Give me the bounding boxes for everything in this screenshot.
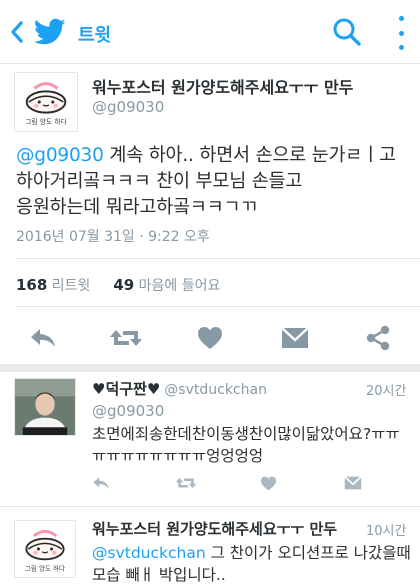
like-button[interactable] [258, 474, 278, 492]
mention-link[interactable]: @svtduckchan [92, 544, 206, 562]
svg-text:그림 양도 하다: 그림 양도 하다 [25, 563, 65, 572]
reply-time: 10시간 [366, 524, 407, 539]
tweet-text-line: 하아거리곸ㅋㅋㅋ 찬이 부모님 손들고 [16, 171, 303, 192]
retweet-button[interactable] [108, 322, 144, 354]
share-icon [366, 325, 390, 351]
tweet-actions [0, 318, 420, 358]
direct-message-button[interactable] [278, 322, 312, 354]
reply-time: 20시간 [366, 384, 407, 399]
tweet-text-line: 응원하는데 뭐라고하곸ㅋㅋㄱㄲ [16, 197, 258, 218]
like-stat[interactable]: 49 마음에 들어요 [113, 276, 221, 294]
retweet-count: 168 [16, 276, 48, 294]
reply-author[interactable]: ♥덕구짠♥ @svtduckchan [92, 378, 267, 399]
retweet-stat[interactable]: 168 리트윗 [16, 276, 91, 294]
direct-message-button[interactable] [342, 474, 364, 492]
avatar[interactable] [14, 378, 76, 436]
page-title: 트윗 [78, 25, 112, 46]
back-button[interactable] [6, 18, 28, 46]
tweet-text-line: 계속 하아.. 하면서 손으로 눈가ㄹㅣ고 [103, 145, 396, 166]
divider [16, 306, 420, 307]
retweet-button[interactable] [174, 474, 198, 492]
reply-button[interactable] [90, 474, 112, 492]
reply-text-line: 그 찬이가 오디션프로 나갔을때 [205, 544, 411, 562]
reply-handle: @svtduckchan [164, 382, 267, 398]
avatar[interactable]: 그림 양도 하다 [14, 520, 76, 578]
reply-text-line: 모습 빼ㅐ 박입니다.. [92, 566, 226, 584]
like-count: 49 [113, 276, 135, 294]
like-button[interactable] [194, 322, 226, 354]
reply-button[interactable] [26, 322, 60, 354]
reply-icon [31, 329, 55, 347]
tweet-timestamp: 2016년 07월 31일 · 9:22 오후 [16, 229, 210, 245]
author-handle[interactable]: @g09030 [92, 98, 164, 116]
retweet-icon [110, 330, 142, 346]
tweet-stats: 168 리트윗 49 마음에 들어요 [16, 275, 220, 295]
search-button[interactable] [332, 17, 362, 47]
more-options-button[interactable] [394, 16, 408, 50]
reply-text: 초면에죄송한데찬이동생찬이많이닮았어요?ㅠㅠ ㅠㅠㅠㅠㅠㅠㅠㅠ엉엉엉엉 [92, 423, 414, 467]
vertical-dots-icon [398, 16, 404, 21]
tweet-text: @g09030 계속 하아.. 하면서 손으로 눈가ㄹㅣ고 하아거리곸ㅋㅋㅋ 찬… [16, 143, 411, 221]
divider [0, 506, 420, 507]
reply-display-name: ♥덕구짠♥ [92, 380, 161, 398]
reply-text-line: ㅠㅠㅠㅠㅠㅠㅠㅠ엉엉엉엉 [92, 447, 264, 465]
svg-text:그림 양도 하다: 그림 양도 하다 [25, 117, 67, 126]
reply-text: @svtduckchan 그 찬이가 오디션프로 나갔을때 모습 빼ㅐ 박입니다… [92, 542, 414, 586]
chevron-left-icon [11, 21, 23, 43]
twitter-bird-icon [33, 18, 66, 46]
envelope-icon [344, 476, 362, 490]
divider [0, 364, 420, 372]
top-bar: 트윗 [0, 0, 420, 64]
envelope-icon [281, 327, 309, 348]
share-button[interactable] [362, 322, 394, 354]
retweet-icon [175, 477, 197, 489]
reply-display-name[interactable]: 워누포스터 원가양도해주세요ㅜㅜ 만두 [92, 518, 337, 539]
heart-icon [260, 476, 276, 490]
reply-icon [93, 477, 109, 489]
search-icon [333, 18, 361, 46]
author-display-name[interactable]: 워누포스터 원가양도해주세요ㅜㅜ 만두 [92, 74, 353, 98]
reply-text-line: 초면에죄송한데찬이동생찬이많이닮았어요?ㅠㅠ [92, 425, 400, 443]
heart-icon [198, 327, 222, 349]
like-label: 마음에 들어요 [138, 278, 221, 294]
mention-link[interactable]: @g09030 [16, 145, 104, 166]
avatar[interactable]: 그림 양도 하다 [14, 72, 78, 132]
divider [16, 258, 420, 259]
reply-to-handle[interactable]: @g09030 [92, 402, 164, 420]
retweet-label: 리트윗 [51, 278, 91, 294]
